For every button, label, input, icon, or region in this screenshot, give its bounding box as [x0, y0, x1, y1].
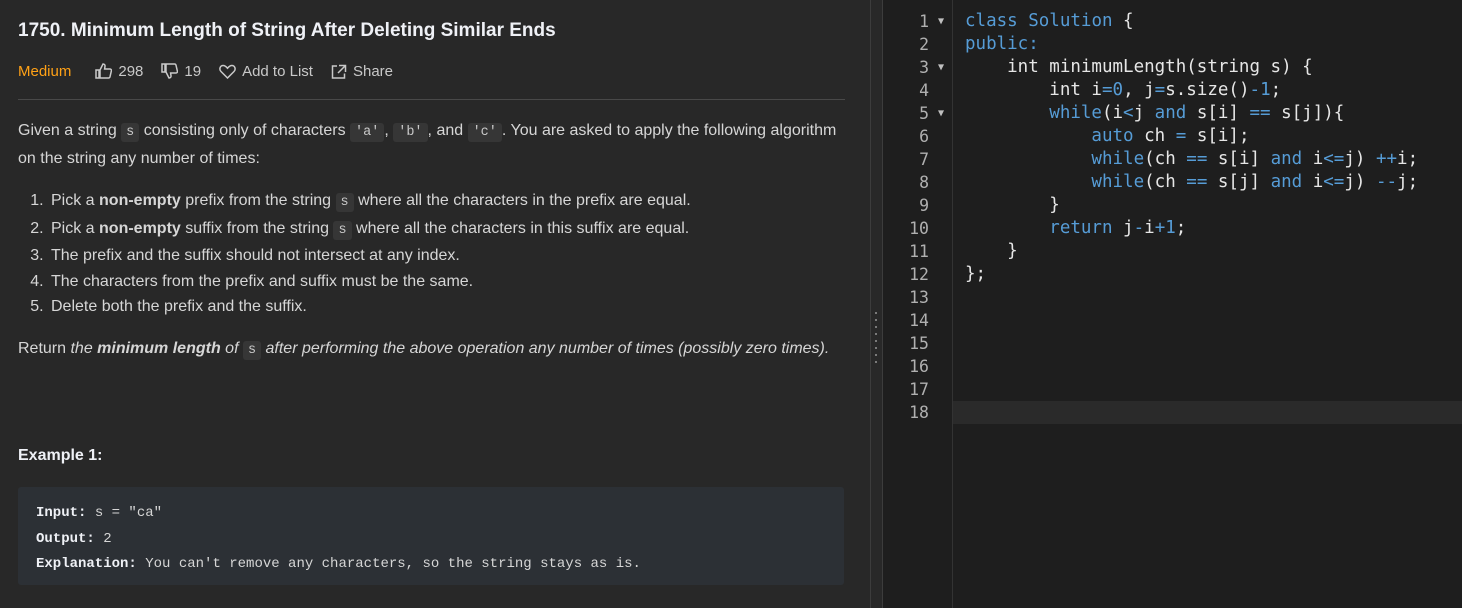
add-to-list-button[interactable]: Add to List — [219, 63, 313, 80]
share-label: Share — [352, 62, 393, 80]
line-number: 4 — [919, 81, 929, 100]
code-line[interactable]: while(i<j and s[i] == s[j]){ — [965, 102, 1418, 125]
line-number: 5 — [919, 104, 929, 123]
line-number: 3 — [919, 58, 929, 77]
line-number: 8 — [919, 173, 929, 192]
line-number: 1 — [919, 12, 929, 31]
like-button[interactable]: 298 — [95, 63, 143, 80]
line-number: 13 — [909, 288, 929, 307]
list-item: Pick a non-empty suffix from the string … — [48, 216, 838, 244]
code-line[interactable]: public: — [965, 33, 1418, 56]
return-paragraph: Return the minimum length of s after per… — [18, 339, 830, 360]
line-number: 12 — [909, 265, 929, 284]
share-icon — [331, 64, 347, 79]
like-count: 298 — [118, 62, 144, 80]
line-number: 15 — [909, 334, 929, 353]
code-editor[interactable]: 1 ▼ 2 3 ▼ 4 5 ▼ 6 7 8 9 10 11 12 13 14 1… — [883, 0, 1462, 608]
code-line[interactable]: auto ch = s[i]; — [965, 125, 1418, 148]
drag-handle-icon — [875, 312, 878, 368]
description-panel: 1750. Minimum Length of String After Del… — [0, 0, 870, 608]
heart-icon — [219, 64, 236, 79]
fold-arrow-icon[interactable]: ▼ — [938, 102, 944, 125]
line-number: 10 — [909, 219, 929, 238]
line-number: 17 — [909, 380, 929, 399]
fold-arrow-icon[interactable]: ▼ — [938, 56, 944, 79]
example-block: Input: s = "ca" Output: 2 Explanation: Y… — [18, 487, 844, 585]
algorithm-steps: Pick a non-empty prefix from the string … — [18, 188, 838, 320]
code-line[interactable]: int minimumLength(string s) { — [965, 56, 1418, 79]
thumbs-up-icon — [95, 63, 113, 79]
line-number: 11 — [909, 242, 929, 261]
list-item: The characters from the prefix and suffi… — [48, 269, 838, 295]
code-line[interactable]: class Solution { — [965, 10, 1418, 33]
problem-title: 1750. Minimum Length of String After Del… — [18, 20, 556, 41]
line-number: 9 — [919, 196, 929, 215]
code-lines[interactable]: class Solution { public: int minimumLeng… — [965, 10, 1418, 286]
example-title: Example 1: — [18, 447, 103, 464]
dislike-button[interactable]: 19 — [161, 63, 201, 80]
fold-arrow-icon[interactable]: ▼ — [938, 10, 944, 33]
code-line[interactable]: return j-i+1; — [965, 217, 1418, 240]
code-line[interactable]: while(ch == s[i] and i<=j) ++i; — [965, 148, 1418, 171]
list-item: The prefix and the suffix should not int… — [48, 243, 838, 269]
problem-description: Given a string s consisting only of char… — [18, 118, 838, 364]
list-item: Pick a non-empty prefix from the string … — [48, 188, 838, 216]
share-button[interactable]: Share — [331, 63, 393, 80]
line-number: 2 — [919, 35, 929, 54]
code-line[interactable]: while(ch == s[j] and i<=j) --j; — [965, 171, 1418, 194]
thumbs-down-icon — [161, 63, 179, 79]
line-number: 18 — [909, 403, 929, 422]
line-number: 7 — [919, 150, 929, 169]
code-line[interactable]: }; — [965, 263, 1418, 286]
list-item: Delete both the prefix and the suffix. — [48, 294, 838, 320]
code-line[interactable]: } — [965, 194, 1418, 217]
line-number: 16 — [909, 357, 929, 376]
dislike-count: 19 — [184, 62, 202, 80]
line-number-gutter: 1 ▼ 2 3 ▼ 4 5 ▼ 6 7 8 9 10 11 12 13 14 1… — [883, 0, 953, 608]
header-divider — [18, 99, 845, 100]
add-to-list-label: Add to List — [242, 62, 313, 80]
line-number: 6 — [919, 127, 929, 146]
app-root: 1750. Minimum Length of String After Del… — [0, 0, 1462, 608]
code-line[interactable]: } — [965, 240, 1418, 263]
problem-meta-bar: Medium 298 19 Add to List Share — [18, 60, 411, 82]
current-line-highlight — [953, 401, 1462, 424]
code-line[interactable]: int i=0, j=s.size()-1; — [965, 79, 1418, 102]
intro-paragraph: Given a string s consisting only of char… — [18, 122, 837, 167]
panel-resize-handle[interactable] — [870, 0, 883, 608]
line-number: 14 — [909, 311, 929, 330]
difficulty-badge: Medium — [18, 62, 72, 80]
